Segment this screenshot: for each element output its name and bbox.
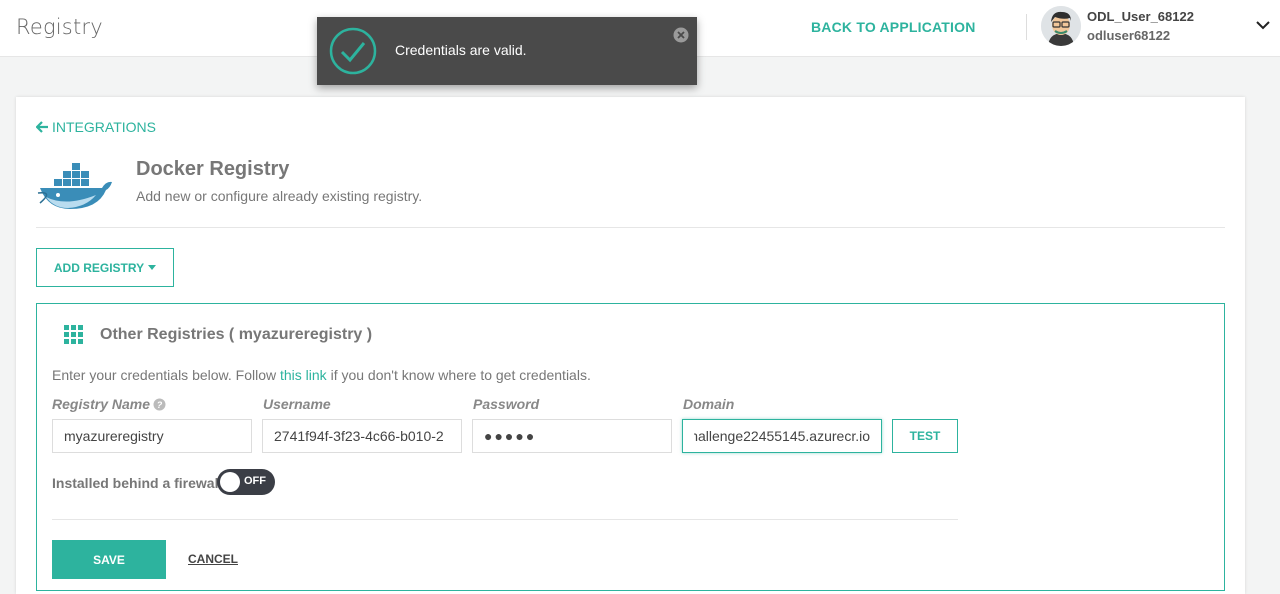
- registry-help-text: Enter your credentials below. Follow thi…: [52, 367, 591, 383]
- add-registry-label: ADD REGISTRY: [53, 260, 145, 275]
- toast-message: Credentials are valid.: [395, 42, 527, 58]
- section-divider: [36, 227, 1225, 228]
- close-icon[interactable]: [673, 27, 689, 43]
- registry-name-input[interactable]: [52, 419, 252, 453]
- username-label: Username: [263, 396, 331, 412]
- chevron-down-icon[interactable]: [1253, 15, 1273, 35]
- check-circle-icon: [329, 27, 377, 75]
- avatar[interactable]: [1041, 6, 1081, 46]
- toast-notification: Credentials are valid.: [317, 17, 697, 85]
- header-divider: [1026, 14, 1027, 40]
- add-registry-button[interactable]: ADD REGISTRY: [36, 248, 174, 287]
- username-input[interactable]: [262, 419, 462, 453]
- docker-logo-icon: [36, 157, 116, 213]
- firewall-label: Installed behind a firewall: [52, 475, 223, 491]
- password-input[interactable]: [472, 419, 672, 453]
- user-login: odluser68122: [1087, 28, 1171, 43]
- cancel-link[interactable]: CANCEL: [188, 552, 238, 566]
- grid-icon: [64, 325, 84, 345]
- help-prefix: Enter your credentials below. Follow: [52, 367, 280, 383]
- toggle-knob: [220, 472, 240, 492]
- page-title: Registry: [16, 15, 103, 39]
- integrations-label: INTEGRATIONS: [52, 119, 156, 135]
- form-divider: [52, 519, 958, 520]
- back-to-application-link[interactable]: BACK TO APPLICATION: [811, 19, 976, 35]
- credentials-help-link[interactable]: this link: [280, 367, 327, 383]
- integrations-back-link[interactable]: INTEGRATIONS: [36, 119, 156, 135]
- help-question-icon[interactable]: ?: [153, 398, 166, 411]
- help-suffix: if you don't know where to get credentia…: [326, 367, 591, 383]
- integration-card: INTEGRATIONS Docker Registry Add new or …: [16, 97, 1245, 594]
- registry-name-label: Registry Name ?: [52, 396, 166, 412]
- domain-label: Domain: [683, 396, 735, 412]
- user-name: ODL_User_68122: [1087, 9, 1194, 24]
- password-label: Password: [473, 396, 540, 412]
- registry-panel: Other Registries ( myazureregistry ) Ent…: [36, 303, 1225, 591]
- arrow-left-icon: [36, 121, 48, 133]
- section-title: Docker Registry: [136, 158, 290, 180]
- domain-input[interactable]: [682, 419, 882, 453]
- caret-down-icon: [148, 264, 157, 270]
- user-avatar-icon: [1041, 6, 1081, 46]
- test-button[interactable]: TEST: [892, 419, 958, 453]
- registry-title: Other Registries ( myazureregistry ): [100, 326, 373, 343]
- firewall-toggle[interactable]: OFF: [217, 469, 275, 495]
- registry-name-label-text: Registry Name: [52, 396, 151, 412]
- section-description: Add new or configure already existing re…: [136, 188, 423, 204]
- toggle-state-label: OFF: [244, 475, 266, 487]
- svg-text:?: ?: [157, 400, 163, 410]
- save-button[interactable]: SAVE: [52, 540, 166, 579]
